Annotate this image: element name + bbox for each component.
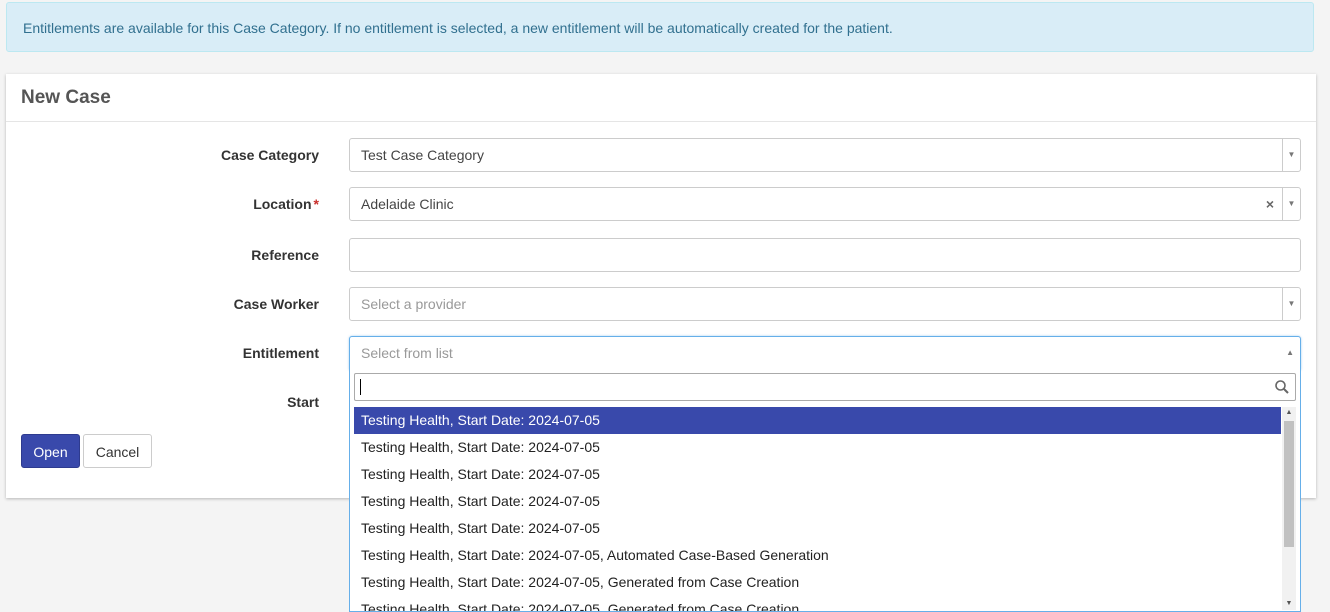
dropdown-option[interactable]: Testing Health, Start Date: 2024-07-05 [354,434,1281,461]
open-button[interactable]: Open [21,434,80,468]
dropdown-option[interactable]: Testing Health, Start Date: 2024-07-05, … [354,596,1281,611]
dropdown-option[interactable]: Testing Health, Start Date: 2024-07-05, … [354,569,1281,596]
text-caret [360,379,361,395]
scroll-thumb[interactable] [1284,421,1294,547]
entitlement-placeholder: Select from list [361,345,453,361]
scroll-up-icon[interactable]: ▲ [1282,407,1296,419]
start-label: Start [287,394,319,410]
case-worker-label: Case Worker [233,296,319,312]
dropdown-options: Testing Health, Start Date: 2024-07-05 Te… [354,407,1281,611]
location-label-text: Location [253,196,312,212]
alert-message: Entitlements are available for this Case… [23,20,893,36]
dropdown-option[interactable]: Testing Health, Start Date: 2024-07-05 [354,461,1281,488]
panel-header: New Case [6,74,1316,122]
location-select[interactable]: Adelaide Clinic × ▼ [349,187,1301,221]
reference-input[interactable] [349,238,1301,272]
required-mark: * [313,196,319,212]
reference-label: Reference [251,247,319,263]
chevron-down-icon[interactable]: ▼ [1282,139,1300,171]
case-worker-placeholder: Select a provider [361,296,467,312]
cancel-button[interactable]: Cancel [83,434,152,468]
chevron-down-icon[interactable]: ▼ [1282,288,1300,320]
case-category-value: Test Case Category [361,147,484,163]
case-category-label: Case Category [220,147,319,163]
case-worker-select[interactable]: Select a provider ▼ [349,287,1301,321]
entitlement-dropdown: Testing Health, Start Date: 2024-07-05 Te… [349,368,1301,612]
search-icon [1275,380,1289,394]
location-label: Location * [253,196,319,212]
case-category-select[interactable]: Test Case Category ▼ [349,138,1301,172]
dropdown-search-input[interactable] [354,373,1296,401]
entitlement-select[interactable]: Select from list ▲ [349,336,1301,370]
dropdown-option[interactable]: Testing Health, Start Date: 2024-07-05, … [354,542,1281,569]
dropdown-option[interactable]: Testing Health, Start Date: 2024-07-05 [354,515,1281,542]
chevron-up-icon[interactable]: ▲ [1286,337,1294,369]
dropdown-option[interactable]: Testing Health, Start Date: 2024-07-05 [354,488,1281,515]
dropdown-option[interactable]: Testing Health, Start Date: 2024-07-05 [354,407,1281,434]
dropdown-scrollbar[interactable]: ▲ ▼ [1282,407,1296,610]
page-title: New Case [21,87,111,108]
scroll-down-icon[interactable]: ▼ [1282,598,1296,610]
chevron-down-icon[interactable]: ▼ [1282,188,1300,220]
entitlement-label: Entitlement [242,345,319,361]
info-alert: Entitlements are available for this Case… [6,2,1314,52]
location-value: Adelaide Clinic [361,196,454,212]
close-icon[interactable]: × [1266,188,1274,220]
